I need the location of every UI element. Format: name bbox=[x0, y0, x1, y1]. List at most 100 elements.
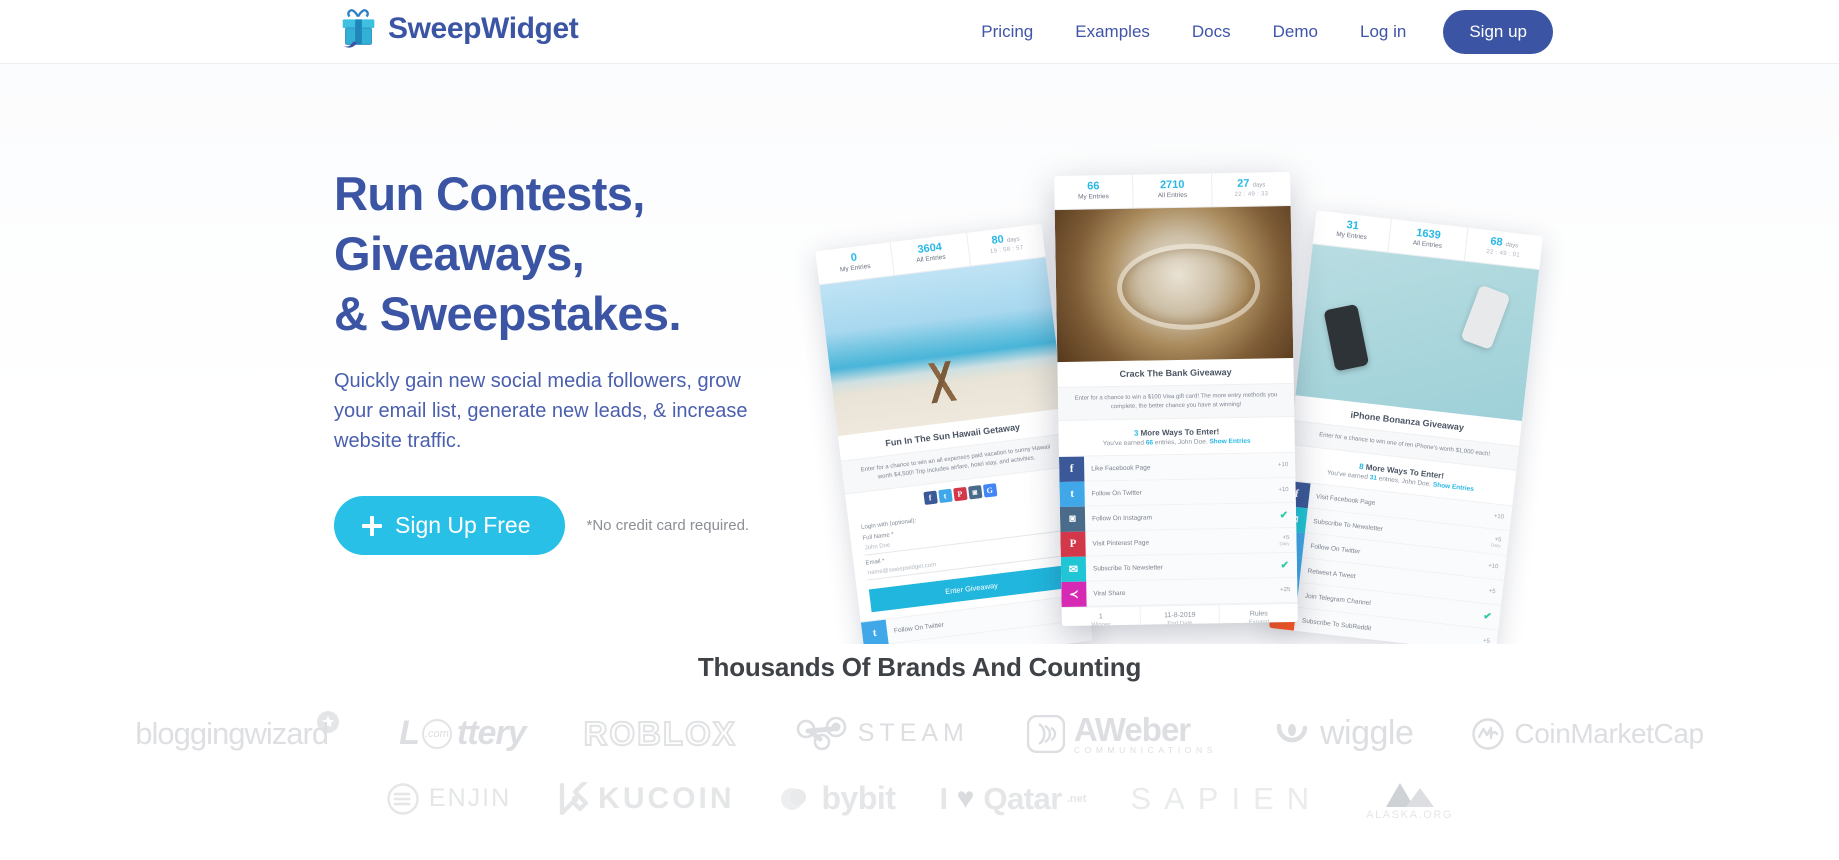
logo[interactable]: SweepWidget bbox=[336, 6, 579, 52]
earned-prefix: You've earned bbox=[1102, 439, 1145, 448]
earned-count: 31 bbox=[1369, 474, 1378, 482]
entry-tasks: f Visit Facebook Page +10 ✉ Subscribe To… bbox=[1268, 479, 1513, 644]
brand-name: SAPIEN bbox=[1130, 780, 1323, 816]
hero-section: Run Contests, Giveaways, & Sweepstakes. … bbox=[0, 64, 1839, 644]
winners-value: 1 bbox=[1098, 613, 1103, 621]
task-points: +10 bbox=[1487, 563, 1499, 571]
hero-title-line-3: & Sweepstakes. bbox=[334, 287, 682, 340]
winners-label: Winner bbox=[1091, 622, 1111, 627]
instagram-icon: ◙ bbox=[1059, 506, 1086, 532]
hero-widget-mockups: 0 My Entries 3604 All Entries 80 days 19… bbox=[815, 171, 1600, 644]
brand-logo-row-2: ENJIN KUCOIN bybit I ♥ Qatar .net SAPIEN bbox=[0, 777, 1839, 821]
my-entries-label: My Entries bbox=[1078, 193, 1109, 201]
brand-logo-wiggle: wiggle bbox=[1275, 714, 1414, 753]
brand-logo-row-1: bloggingwizard L .com ttery ROBLOX STEAM bbox=[0, 710, 1839, 755]
days-label: days bbox=[1505, 242, 1519, 250]
task-label: Follow On Twitter bbox=[1091, 489, 1142, 497]
my-entries-value: 66 bbox=[1087, 180, 1100, 193]
google-icon[interactable]: G bbox=[982, 483, 997, 498]
giveaway-photo bbox=[819, 257, 1065, 437]
stat-my-entries: 66 My Entries bbox=[1054, 174, 1134, 210]
nav-link-demo[interactable]: Demo bbox=[1252, 22, 1339, 42]
giveaway-widget-right[interactable]: 31 My Entries 1639 All Entries 68 days 2… bbox=[1268, 210, 1544, 644]
giveaway-widget-left[interactable]: 0 My Entries 3604 All Entries 80 days 19… bbox=[815, 223, 1093, 644]
brand-name-suffix: ttery bbox=[456, 714, 527, 753]
earned-suffix: entries, John Doe. bbox=[1154, 438, 1208, 447]
facebook-icon[interactable]: f bbox=[922, 490, 938, 506]
stat-all-entries: 2710 All Entries bbox=[1133, 173, 1213, 208]
brand-logo-coinmarketcap: CoinMarketCap bbox=[1471, 717, 1704, 751]
giveaway-widget-center[interactable]: 66 My Entries 2710 All Entries 27 days 2… bbox=[1054, 171, 1298, 627]
sign-up-free-label: Sign Up Free bbox=[395, 512, 531, 538]
bybit-icon bbox=[780, 787, 806, 810]
logo-text: SweepWidget bbox=[388, 12, 579, 45]
brand-logo-bloggingwizard: bloggingwizard bbox=[135, 710, 341, 752]
task-label: Viral Share bbox=[1093, 589, 1126, 597]
site-header: SweepWidget Pricing Examples Docs Demo L… bbox=[0, 0, 1839, 64]
show-entries-link[interactable]: Show Entries bbox=[1209, 438, 1250, 446]
task-complete-check-icon: ✔ bbox=[1280, 559, 1290, 571]
hero-title-line-2: Giveaways, bbox=[334, 227, 585, 280]
brand-name-prefix: L bbox=[399, 714, 420, 753]
all-entries-value: 2710 bbox=[1159, 178, 1185, 192]
task-points: +10 bbox=[1277, 462, 1289, 469]
pinterest-icon: P bbox=[1268, 629, 1294, 644]
main-nav: Pricing Examples Docs Demo Log in Sign u… bbox=[960, 0, 1553, 64]
giveaway-description: Enter for a chance to win a $100 Visa gi… bbox=[1057, 382, 1295, 422]
nav-link-pricing[interactable]: Pricing bbox=[960, 22, 1054, 42]
countdown-clock: 22 : 49 : 33 bbox=[1234, 191, 1269, 198]
brand-name-suffix: .net bbox=[1066, 792, 1087, 805]
signup-button[interactable]: Sign up bbox=[1443, 10, 1553, 54]
task-label: Like Facebook Page bbox=[1091, 463, 1151, 472]
steam-valve-icon bbox=[796, 716, 847, 751]
gift-box-icon bbox=[342, 9, 375, 48]
stat-countdown: 27 days 22 : 49 : 33 bbox=[1212, 172, 1291, 206]
brand-name: ALASKA.ORG bbox=[1366, 808, 1454, 821]
instagram-icon[interactable]: ◙ bbox=[967, 485, 983, 500]
pinterest-icon[interactable]: P bbox=[952, 486, 968, 502]
task-label: Subscribe To Newsletter bbox=[1092, 563, 1163, 572]
brand-name: wiggle bbox=[1319, 714, 1414, 753]
end-date-value: 11-8-2019 bbox=[1164, 611, 1196, 620]
twitter-icon: t bbox=[1059, 481, 1085, 507]
nav-link-docs[interactable]: Docs bbox=[1171, 22, 1252, 42]
nav-link-examples[interactable]: Examples bbox=[1054, 22, 1171, 42]
sign-up-free-button[interactable]: Sign Up Free bbox=[334, 496, 565, 555]
twitter-icon[interactable]: t bbox=[937, 488, 953, 504]
task-points: +25 bbox=[1280, 587, 1291, 594]
nav-link-login[interactable]: Log in bbox=[1339, 22, 1427, 42]
brand-name: ENJIN bbox=[428, 784, 512, 812]
no-credit-card-note: *No credit card required. bbox=[586, 517, 750, 534]
brand-logo-kucoin: KUCOIN bbox=[555, 781, 734, 816]
task-complete-check-icon: ✔ bbox=[1482, 610, 1493, 623]
days-number: 27 bbox=[1237, 177, 1250, 190]
hero-subtitle: Quickly gain new social media followers,… bbox=[334, 370, 748, 452]
task-complete-check-icon: ✔ bbox=[1279, 509, 1289, 521]
brand-logo-lottery: L .com ttery bbox=[399, 714, 527, 753]
twitter-icon: t bbox=[860, 619, 889, 644]
brand-name-prefix: I bbox=[939, 780, 948, 816]
footer-winners: 1 Winner bbox=[1061, 606, 1142, 627]
pinterest-icon: P bbox=[1060, 531, 1086, 557]
email-icon: ✉ bbox=[1060, 556, 1087, 582]
brand-name-main: AWeber bbox=[1073, 711, 1191, 748]
aweber-waves-icon bbox=[1026, 714, 1065, 753]
days-label: days bbox=[1006, 236, 1020, 244]
brand-name-sub: COMMUNICATIONS bbox=[1073, 745, 1217, 755]
heart-icon: ♥ bbox=[956, 781, 975, 815]
brand-logo-alaska: ALASKA.ORG bbox=[1366, 777, 1453, 821]
more-ways-count: 8 bbox=[1358, 461, 1365, 472]
mountain-icon bbox=[1385, 782, 1434, 807]
brand-name: bloggingwizard bbox=[135, 715, 329, 751]
page-title: Run Contests, Giveaways, & Sweepstakes. bbox=[334, 164, 804, 344]
task-daily-label: Daily bbox=[1279, 540, 1290, 546]
hero-cta-row: Sign Up Free *No credit card required. bbox=[334, 496, 804, 555]
end-date-label: End Date bbox=[1167, 620, 1193, 627]
task-points: +5 Daily bbox=[1491, 536, 1509, 549]
task-points: +10 bbox=[1278, 487, 1289, 494]
task-daily-label: Daily bbox=[1490, 541, 1502, 548]
footer-end-date: 11-8-2019 End Date bbox=[1140, 605, 1221, 627]
brand-name: Qatar bbox=[983, 780, 1062, 816]
task-points: +10 bbox=[1493, 513, 1505, 521]
brand-name: AWeber COMMUNICATIONS bbox=[1074, 713, 1217, 755]
